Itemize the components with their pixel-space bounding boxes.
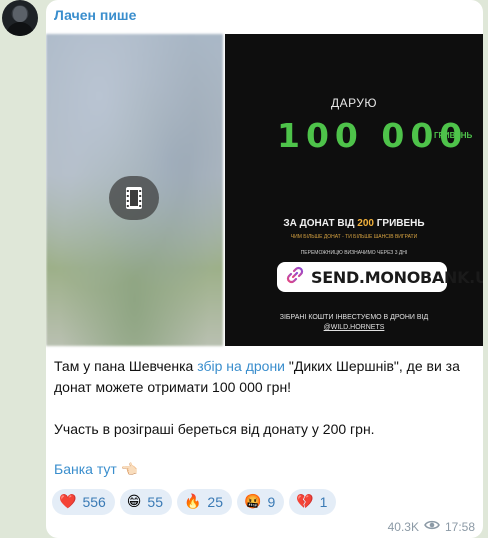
film-icon[interactable] xyxy=(109,176,159,220)
promo-poster-image[interactable]: ДАРУЮ 100 000 ГРИВЕНЬ ЗА ДОНАТ ВІД 200 Г… xyxy=(225,34,483,346)
grinning-face-emoji: 😁 xyxy=(126,494,142,510)
bank-link[interactable]: Банка тут xyxy=(54,461,117,477)
message-paragraph-2: Участь в розіграші береться від донату у… xyxy=(54,421,375,437)
reaction-count: 1 xyxy=(319,494,328,510)
reactions-bar: ❤️ 556 😁 55 🔥 25 🤬 9 💔 1 xyxy=(52,489,337,515)
message-bubble: Лачен пише ДАРУЮ 100 000 ГРИВЕНЬ ЗА ДОНА… xyxy=(46,0,483,538)
avatar-shoulders-shape xyxy=(6,22,34,36)
poster-invest-text: ЗІБРАНІ КОШТИ ІНВЕСТУЄМО В ДРОНИ ВІД @WI… xyxy=(225,313,483,333)
poster-donat-suffix: ГРИВЕНЬ xyxy=(373,218,425,229)
poster-chym-text: ЧИМ БІЛЬШЕ ДОНАТ - ТИ БІЛЬШЕ ШАНСІВ ВИГР… xyxy=(290,234,418,240)
poster-daryu-text: ДАРУЮ xyxy=(330,96,378,110)
author-name[interactable]: Лачен пише xyxy=(54,7,136,23)
message-time: 17:58 xyxy=(444,519,475,534)
reaction-count: 9 xyxy=(267,494,276,510)
message-text: Там у пана Шевченка збір на дрони "Диких… xyxy=(54,356,474,440)
poster-invest-line2: @WILD.HORNETS xyxy=(323,324,385,331)
poster-invest-line1: ЗІБРАНІ КОШТИ ІНВЕСТУЄМО В ДРОНИ ВІД xyxy=(279,314,429,321)
fire-emoji: 🔥 xyxy=(183,494,202,510)
poster-link-label: SEND.MONOBANK.UA xyxy=(311,267,483,287)
reaction-count: 55 xyxy=(147,494,163,510)
reaction-red-heart[interactable]: ❤️ 556 xyxy=(52,489,115,515)
text-part: Там у пана Шевченка xyxy=(54,358,198,374)
broken-heart-emoji: 💔 xyxy=(296,494,314,510)
reaction-count: 556 xyxy=(82,494,106,510)
message-paragraph-1: Там у пана Шевченка збір на дрони "Диких… xyxy=(54,356,474,398)
reaction-cursing-face[interactable]: 🤬 9 xyxy=(237,489,285,515)
eye-icon xyxy=(424,519,440,534)
poster-peremozhtsia-text: ПЕРЕМОЖНИЦЮ ВИЗНАЧИМО ЧЕРЕЗ 3 ДНІ xyxy=(300,250,408,256)
reaction-broken-heart[interactable]: 💔 1 xyxy=(289,489,337,515)
drones-fundraising-link[interactable]: збір на дрони xyxy=(197,358,285,374)
poster-link-pill: SEND.MONOBANK.UA xyxy=(277,262,483,292)
bank-link-line[interactable]: Банка тут 👈🏻 xyxy=(54,461,138,478)
link-icon xyxy=(285,265,305,290)
avatar-head-shape xyxy=(13,6,27,22)
cursing-face-emoji: 🤬 xyxy=(244,494,262,510)
pointing-hand-emoji: 👈🏻 xyxy=(120,462,139,478)
red-heart-emoji: ❤️ xyxy=(59,494,77,510)
poster-hryven-text: ГРИВЕНЬ xyxy=(434,131,473,140)
message-meta: 40.3K 17:58 xyxy=(388,519,475,534)
poster-donat-amount: 200 xyxy=(357,218,374,229)
views-count: 40.3K xyxy=(387,519,419,534)
poster-donat-prefix: ЗА ДОНАТ ВІД xyxy=(283,218,358,229)
reaction-count: 25 xyxy=(207,494,223,510)
media-album: ДАРУЮ 100 000 ГРИВЕНЬ ЗА ДОНАТ ВІД 200 Г… xyxy=(46,34,483,346)
reaction-grinning-face[interactable]: 😁 55 xyxy=(119,489,172,515)
sender-avatar[interactable] xyxy=(2,0,38,36)
poster-donat-line: ЗА ДОНАТ ВІД 200 ГРИВЕНЬ xyxy=(225,218,483,229)
reaction-fire[interactable]: 🔥 25 xyxy=(176,489,232,515)
